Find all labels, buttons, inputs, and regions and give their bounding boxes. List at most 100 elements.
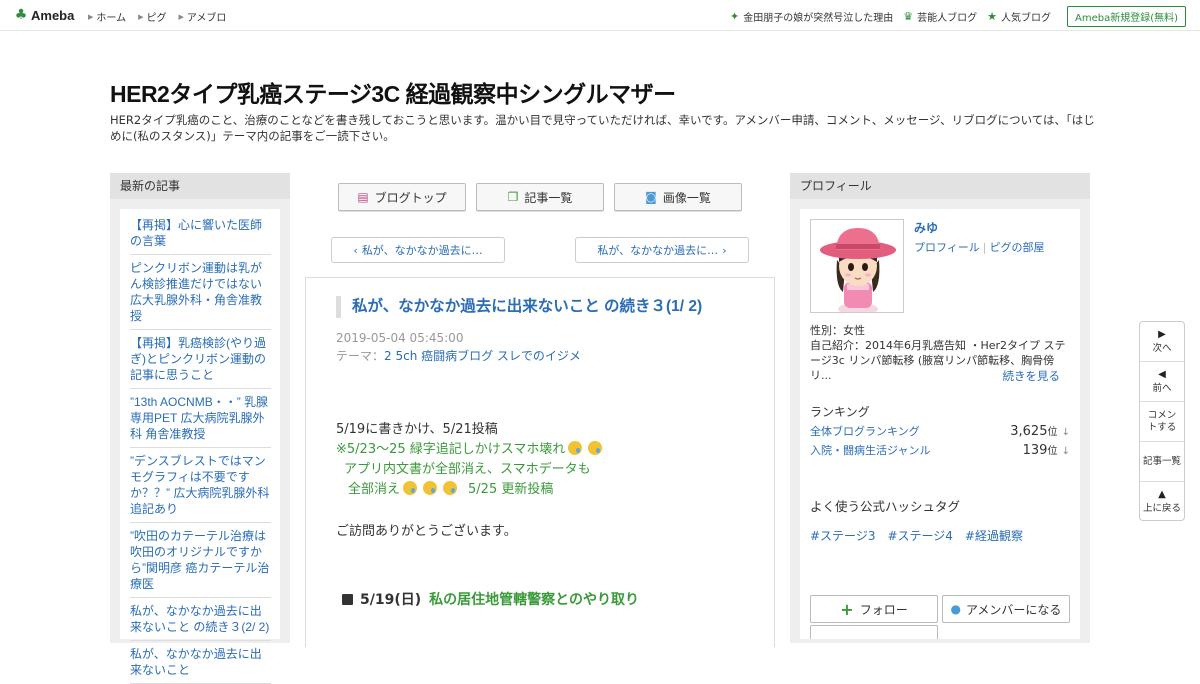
recent-article-link[interactable]: 【再掲】心に響いた医師の言葉 xyxy=(130,217,271,255)
chevron-left-icon: ‹ xyxy=(353,243,358,257)
hashtag-link[interactable]: #経過観察 xyxy=(965,527,1023,544)
list-icon: ❐ xyxy=(507,190,519,204)
star-icon: ★ xyxy=(987,10,997,23)
body-line: 5/19に書きかけ、5/21投稿 xyxy=(336,422,498,437)
amember-button[interactable]: ● アメンバーになる xyxy=(942,595,1070,623)
blog-title[interactable]: HER2タイプ乳癌ステージ3C 経過観察中シングルマザー xyxy=(110,75,676,109)
prev-label: 前へ xyxy=(1152,382,1172,394)
article-title[interactable]: 私が、なかなか過去に出来ないこと の続き３(1/ 2) xyxy=(336,296,702,318)
recent-article-link[interactable]: ”吹田のカテーテル治療は吹田のオリジナルですから”関明彦 癌カテーテル治療医 xyxy=(130,528,271,598)
profile-link[interactable]: プロフィール xyxy=(914,241,980,254)
ameba-logo-icon: ♣ xyxy=(14,7,28,23)
article-list-float-button[interactable]: 記事一覧 xyxy=(1140,442,1184,482)
profile-box: みゆ プロフィール | ピグの部屋 性別：女性 自己紹介：2014年6月乳癌告知 ・… xyxy=(800,209,1080,639)
recent-article-link[interactable]: ”13th AOCNMB・・” 乳腺専用PET 広大病院乳腺外科 角舎准教授 xyxy=(130,394,271,448)
image-list-button[interactable]: ◙ 画像一覧 xyxy=(614,183,742,211)
top-nav: ▶ ホーム ▶ ピグ ▶ アメブロ xyxy=(88,9,227,25)
section-title: 私の居住地管轄警察とのやり取り xyxy=(429,592,639,608)
body-text: 5/25 更新投稿 xyxy=(468,482,554,497)
nav-pigg[interactable]: ▶ ピグ xyxy=(138,9,166,25)
section-date: 5/19(日) xyxy=(360,592,422,608)
crying-face-icon xyxy=(443,481,458,495)
follow-label: フォロー xyxy=(859,602,908,617)
nav-ameblo-label: アメブロ xyxy=(186,13,227,24)
crying-face-icon xyxy=(403,481,418,495)
recent-article-link[interactable]: 【再掲】乳癌検診(やり過ぎ)とピンクリボン運動の記事に思うこと xyxy=(130,335,271,389)
ranking-number: 139 xyxy=(1022,443,1048,458)
triangle-right-icon: ▶ xyxy=(138,12,144,21)
ranking-value: 139位 ↓ xyxy=(1023,442,1070,458)
nav-home[interactable]: ▶ ホーム xyxy=(88,9,127,25)
article-body: 5/19に書きかけ、5/21投稿 ※5/23～25 緑字追記しかけスマホ壊れ ア… xyxy=(336,420,756,542)
floating-nav: ▶ 次へ ◀ 前へ コメントする 記事一覧 ▲ 上に戻る xyxy=(1139,321,1185,521)
next-button[interactable]: ▶ 次へ xyxy=(1140,322,1184,362)
avatar[interactable] xyxy=(810,219,904,313)
black-square-icon xyxy=(342,593,353,605)
blog-description: HER2タイプ乳癌のこと、治療のことなどを書き残しておこうと思います。温かい目で… xyxy=(110,113,1095,143)
arrow-down-icon: ↓ xyxy=(1061,446,1070,457)
topic-link[interactable]: ✦ 金田朋子の娘が突然号泣した理由 xyxy=(730,9,893,24)
recent-article-link[interactable]: ”デンスブレストではマンモグラフィは不要ですか？？” 広大病院乳腺外科追記あり xyxy=(130,453,271,523)
document-icon: ▤ xyxy=(357,190,369,204)
ranking-heading: ランキング xyxy=(810,405,870,419)
triangle-right-icon: ▶ xyxy=(178,12,184,21)
top-right-links: ✦ 金田朋子の娘が突然号泣した理由 ♛ 芸能人ブログ ★ 人気ブログ Ameba新規登… xyxy=(730,6,1186,27)
sparkle-icon: ✦ xyxy=(730,10,740,23)
blog-top-label: ブログトップ xyxy=(374,190,447,205)
hashtag-link[interactable]: #ステージ4 xyxy=(887,527,952,544)
recent-articles-list: 【再掲】心に響いた医師の言葉 ピンクリボン運動は乳がん検診推進だけではない 広大… xyxy=(120,209,280,684)
recent-article-link[interactable]: 私が、なかなか過去に出来ないこと の続き３(2/ 2) xyxy=(130,603,271,641)
article-theme: テーマ：2 5ch 癌闘病ブログ スレでのイジメ xyxy=(336,347,581,364)
ranking-label[interactable]: 入院・闘病生活ジャンル xyxy=(810,442,930,458)
next-label: 次へ xyxy=(1152,342,1172,354)
ranking-unit: 位 xyxy=(1047,427,1058,438)
comment-button[interactable]: コメントする xyxy=(1140,402,1184,442)
prev-button[interactable]: ◀ 前へ xyxy=(1140,362,1184,402)
comment-label: コメントする xyxy=(1147,409,1177,433)
body-text: 全部消え xyxy=(348,482,401,497)
ranking-row: 入院・闘病生活ジャンル 139位 ↓ xyxy=(810,442,1070,458)
read-more-link[interactable]: 続きを見る xyxy=(1003,368,1061,384)
recent-articles-heading: 最新の記事 xyxy=(110,173,290,199)
play-right-icon: ▶ xyxy=(1158,328,1166,340)
celebrity-blog-link[interactable]: ♛ 芸能人ブログ xyxy=(903,9,977,24)
recent-article-link[interactable]: 私が、なかなか過去に出来ないこと xyxy=(130,646,271,684)
next-article-button[interactable]: 私が、なかなか過去に… › xyxy=(575,237,749,263)
register-button[interactable]: Ameba新規登録(無料) xyxy=(1066,6,1186,27)
crying-face-icon xyxy=(588,441,603,455)
profile-links: プロフィール | ピグの部屋 xyxy=(914,239,1045,255)
pigg-room-link[interactable]: ピグの部屋 xyxy=(990,241,1045,254)
blog-top-button[interactable]: ▤ ブログトップ xyxy=(338,183,466,211)
profile-gender: 性別：女性 xyxy=(810,324,865,337)
back-to-top-button[interactable]: ▲ 上に戻る xyxy=(1140,482,1184,522)
arrow-down-icon: ↓ xyxy=(1061,427,1070,438)
ranking-label[interactable]: 全体ブログランキング xyxy=(810,423,920,439)
nav-home-label: ホーム xyxy=(96,13,127,24)
ameba-logo[interactable]: ♣ Ameba xyxy=(13,6,75,24)
more-button-partial[interactable] xyxy=(810,625,938,639)
profile-name[interactable]: みゆ xyxy=(914,219,938,236)
ranking-number: 3,625 xyxy=(1010,424,1048,439)
celebrity-blog-label: 芸能人ブログ xyxy=(917,13,978,24)
chat-bubble-icon: ● xyxy=(950,602,962,616)
follow-button[interactable]: + フォロー xyxy=(810,595,938,623)
profile-heading: プロフィール xyxy=(790,173,1090,199)
hashtag-link[interactable]: #ステージ3 xyxy=(810,527,875,544)
camera-icon: ◙ xyxy=(645,190,657,204)
body-line-green: アプリ内文書が全部消え、スマホデータも xyxy=(344,462,591,477)
article-list-button[interactable]: ❐ 記事一覧 xyxy=(476,183,604,211)
topic-link-label: 金田朋子の娘が突然号泣した理由 xyxy=(743,13,894,24)
nav-ameblo[interactable]: ▶ アメブロ xyxy=(178,9,227,25)
theme-prefix: テーマ： xyxy=(336,349,385,363)
body-text: ※5/23～25 緑字追記しかけスマホ壊れ xyxy=(336,442,566,457)
recent-article-link[interactable]: ピンクリボン運動は乳がん検診推進だけではない 広大乳腺外科・角舎准教授 xyxy=(130,260,271,330)
back-to-top-label: 上に戻る xyxy=(1142,503,1181,514)
ranking-value: 3,625位 ↓ xyxy=(1010,423,1070,439)
prev-article-button[interactable]: ‹ 私が、なかなか過去に… xyxy=(331,237,505,263)
ranking-unit: 位 xyxy=(1047,446,1058,457)
popular-blog-label: 人気ブログ xyxy=(1000,13,1051,24)
article-date: 2019-05-04 05:45:00 xyxy=(336,331,464,345)
popular-blog-link[interactable]: ★ 人気ブログ xyxy=(987,9,1051,24)
crown-icon: ♛ xyxy=(903,10,914,23)
theme-link[interactable]: 2 5ch 癌闘病ブログ スレでのイジメ xyxy=(384,349,581,363)
